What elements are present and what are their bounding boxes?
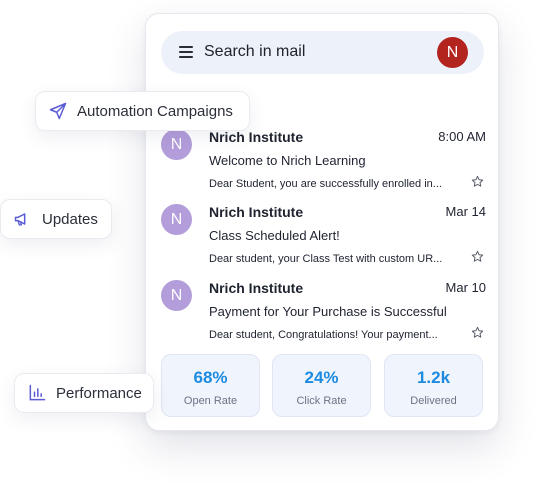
email-item[interactable]: N Nrich Institute Mar 14 Class Scheduled… bbox=[161, 204, 486, 276]
mail-card: Search in mail N N Nrich Institute 8:00 … bbox=[145, 13, 499, 431]
stat-open-rate: 68% Open Rate bbox=[161, 354, 260, 417]
sender-avatar: N bbox=[161, 204, 192, 235]
star-icon[interactable] bbox=[471, 250, 484, 263]
user-avatar[interactable]: N bbox=[437, 37, 468, 68]
email-subject: Payment for Your Purchase is Successful bbox=[209, 304, 447, 319]
email-preview: Dear student, Congratulations! Your paym… bbox=[209, 329, 438, 341]
stat-label: Open Rate bbox=[183, 395, 238, 407]
email-preview: Dear Student, you are successfully enrol… bbox=[209, 178, 442, 190]
email-sender: Nrich Institute bbox=[209, 129, 304, 145]
email-subject: Class Scheduled Alert! bbox=[209, 228, 340, 243]
menu-icon[interactable] bbox=[179, 46, 193, 58]
send-icon bbox=[49, 102, 67, 120]
search-bar[interactable]: Search in mail N bbox=[161, 31, 484, 74]
feature-updates: Updates bbox=[0, 199, 112, 239]
bar-chart-icon bbox=[29, 384, 46, 401]
stat-value: 24% bbox=[304, 368, 339, 387]
sender-avatar: N bbox=[161, 129, 192, 160]
megaphone-icon bbox=[14, 213, 26, 226]
email-sender: Nrich Institute bbox=[209, 204, 304, 220]
email-time: Mar 14 bbox=[445, 204, 486, 219]
search-label[interactable]: Search in mail bbox=[204, 43, 305, 61]
star-icon[interactable] bbox=[471, 326, 484, 339]
star-icon[interactable] bbox=[471, 175, 484, 188]
feature-label: Automation Campaigns bbox=[77, 102, 233, 120]
email-item[interactable]: N Nrich Institute 8:00 AM Welcome to Nri… bbox=[161, 129, 486, 201]
stat-label: Click Rate bbox=[296, 395, 347, 407]
feature-automation-campaigns: Automation Campaigns bbox=[35, 91, 250, 131]
email-subject: Welcome to Nrich Learning bbox=[209, 153, 366, 168]
stat-click-rate: 24% Click Rate bbox=[272, 354, 371, 417]
email-time: Mar 10 bbox=[445, 280, 486, 295]
email-time: 8:00 AM bbox=[438, 129, 486, 144]
stat-value: 68% bbox=[193, 368, 228, 387]
email-sender: Nrich Institute bbox=[209, 280, 304, 296]
feature-label: Performance bbox=[56, 384, 142, 402]
stat-delivered: 1.2k Delivered bbox=[384, 354, 483, 417]
stat-label: Delivered bbox=[410, 395, 457, 407]
sender-avatar: N bbox=[161, 280, 192, 311]
feature-label: Updates bbox=[42, 210, 98, 228]
email-item[interactable]: N Nrich Institute Mar 10 Payment for You… bbox=[161, 280, 486, 352]
feature-performance: Performance bbox=[14, 373, 154, 413]
email-preview: Dear student, your Class Test with custo… bbox=[209, 253, 443, 265]
stat-value: 1.2k bbox=[416, 368, 451, 387]
